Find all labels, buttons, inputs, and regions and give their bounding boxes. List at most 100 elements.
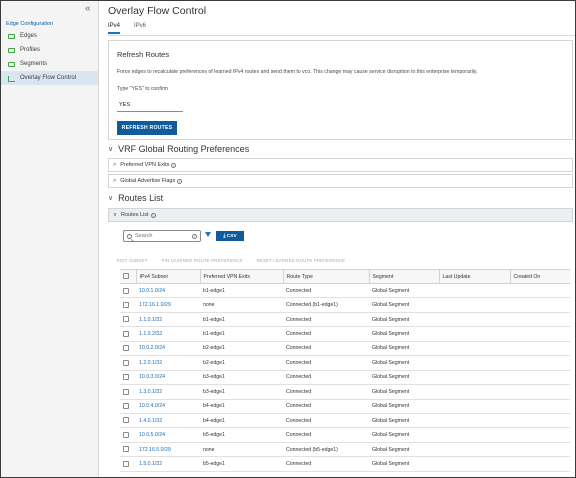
column-header[interactable]: Preferred VPN Exits xyxy=(199,269,283,284)
accordion-routes-list[interactable]: ∨ Routes List i xyxy=(108,208,573,222)
info-icon[interactable]: i xyxy=(192,233,197,239)
subnet-cell[interactable]: 1.1.0.1/32 xyxy=(136,312,200,328)
vpn-exit-cell: b2-edge1 xyxy=(200,355,283,371)
row-checkbox[interactable] xyxy=(123,316,129,323)
table-row[interactable]: 10.0.4.0/24 b4-edge1 Connected Global Segme… xyxy=(120,399,570,414)
subnet-cell[interactable]: 10.0.5.0/24 xyxy=(136,427,200,443)
search-box[interactable]: i xyxy=(123,230,201,242)
subnet-cell[interactable]: 10.0.4.0/24 xyxy=(136,399,200,414)
sidebar-item-overlay-flow-control[interactable]: Overlay Flow Control xyxy=(1,71,98,85)
row-checkbox[interactable] xyxy=(123,417,129,424)
segment-cell: Global Segment xyxy=(369,442,439,458)
created-on-cell xyxy=(510,427,570,443)
table-row[interactable]: 1.4.0.1/32 b4-edge1 Connected Global Segmen… xyxy=(120,413,570,429)
created-on-cell xyxy=(510,341,570,357)
row-checkbox[interactable] xyxy=(123,359,129,366)
edge-icon xyxy=(8,33,15,39)
reset-route-preference-action[interactable]: RESET LEARNED ROUTE PREFERENCE xyxy=(257,258,346,263)
table-row[interactable]: 1.2.0.1/32 b2-edge1 Connected Global Segmen… xyxy=(120,355,570,371)
subnet-cell[interactable]: 172.16.5.0/29 xyxy=(136,442,200,458)
created-on-cell xyxy=(510,384,570,400)
route-type-cell: Connected (b1-edge1) xyxy=(283,297,369,313)
tab-bar: IPv4 IPv6 xyxy=(108,23,146,34)
created-on-cell xyxy=(510,355,570,371)
table-row[interactable]: 1.1.0.1/32 b1-edge1 Connected Global Segmen… xyxy=(120,312,570,328)
created-on-cell xyxy=(510,326,570,342)
refresh-routes-button[interactable]: REFRESH ROUTES xyxy=(117,121,177,135)
route-type-cell: Connected xyxy=(283,413,369,429)
table-row[interactable]: 10.0.5.0/24 b5-edge1 Connected Global Segme… xyxy=(120,427,570,443)
vpn-exit-cell: b4-edge1 xyxy=(200,399,283,414)
last-update-cell xyxy=(439,341,510,357)
subnet-cell[interactable]: 1.5.0.1/32 xyxy=(136,456,200,472)
created-on-cell xyxy=(510,283,570,299)
edit-subnet-action[interactable]: EDIT SUBNET xyxy=(117,258,148,263)
search-input[interactable] xyxy=(135,233,191,239)
row-checkbox[interactable] xyxy=(123,287,129,294)
column-header[interactable]: IPv4 Subnet xyxy=(135,269,200,284)
vpn-exit-cell: b5-edge1 xyxy=(200,456,283,472)
table-row[interactable]: 172.16.5.0/29 none Connected (b5-edge1) Glo… xyxy=(120,442,570,458)
sidebar-item-label: Overlay Flow Control xyxy=(20,75,77,81)
vpn-exit-cell: none xyxy=(200,442,283,458)
row-checkbox[interactable] xyxy=(123,431,129,438)
column-header[interactable]: Created On xyxy=(509,269,570,284)
subnet-cell[interactable]: 172.16.1.0/29 xyxy=(136,297,200,313)
created-on-cell xyxy=(510,399,570,414)
table-row[interactable]: 1.1.0.2/32 b1-edge1 Connected Global Segmen… xyxy=(120,326,570,342)
sidebar-item-segments[interactable]: Segments xyxy=(1,57,98,71)
row-checkbox[interactable] xyxy=(123,403,129,410)
row-checkbox[interactable] xyxy=(123,345,129,352)
select-all-checkbox[interactable] xyxy=(123,273,129,280)
last-update-cell xyxy=(439,326,510,342)
sidebar-item-profiles[interactable]: Profiles xyxy=(1,43,98,57)
subnet-cell[interactable]: 1.3.0.1/32 xyxy=(136,384,200,400)
table-row[interactable]: 10.0.2.0/24 b2-edge1 Connected Global Segme… xyxy=(120,341,570,357)
info-icon[interactable]: i xyxy=(171,162,177,168)
subnet-cell[interactable]: 1.4.0.1/32 xyxy=(136,413,200,429)
column-header[interactable]: Segment xyxy=(368,269,439,284)
row-checkbox[interactable] xyxy=(123,330,129,337)
sidebar-item-label: Segments xyxy=(20,61,48,67)
select-all-cell xyxy=(120,269,136,284)
table-row[interactable]: 1.5.0.1/32 b5-edge1 Connected Global Segmen… xyxy=(120,456,570,472)
route-type-cell: Connected xyxy=(283,456,369,472)
row-checkbox[interactable] xyxy=(123,446,129,453)
search-icon xyxy=(127,233,132,239)
vpn-exit-cell: b1-edge1 xyxy=(200,326,283,342)
column-header[interactable]: Last Update xyxy=(438,269,510,284)
table-row[interactable]: 172.16.1.0/29 none Connected (b1-edge1) Glo… xyxy=(120,297,570,313)
row-checkbox[interactable] xyxy=(123,301,129,308)
subnet-cell[interactable]: 1.2.0.1/32 xyxy=(136,355,200,371)
subnet-cell[interactable]: 10.0.3.0/24 xyxy=(136,370,200,386)
table-row[interactable]: 10.0.3.0/24 b3-edge1 Connected Global Segme… xyxy=(120,370,570,386)
table-row[interactable]: 1.3.0.1/32 b3-edge1 Connected Global Segmen… xyxy=(120,384,570,400)
chevron-right-icon: > xyxy=(113,178,117,184)
routes-section-header[interactable]: ∨ Routes List xyxy=(108,193,163,203)
subnet-cell[interactable]: 1.1.0.2/32 xyxy=(136,326,200,342)
accordion-preferred-vpn-exits[interactable]: > Preferred VPN Exits i xyxy=(108,158,573,172)
column-header[interactable]: Route Type xyxy=(282,269,369,284)
info-icon[interactable]: i xyxy=(177,178,183,184)
csv-export-button[interactable]: ⤓ CSV xyxy=(216,231,244,241)
row-checkbox[interactable] xyxy=(123,388,129,395)
subnet-cell[interactable]: 10.0.2.0/24 xyxy=(136,341,200,357)
row-checkbox[interactable] xyxy=(123,374,129,381)
collapse-sidebar-icon[interactable]: « xyxy=(85,3,91,14)
vrf-section-header[interactable]: ∨ VRF Global Routing Preferences xyxy=(108,144,249,154)
row-checkbox[interactable] xyxy=(123,460,129,467)
tab-ipv4[interactable]: IPv4 xyxy=(108,23,121,34)
route-type-cell: Connected xyxy=(283,312,369,328)
tab-ipv6[interactable]: IPv6 xyxy=(134,23,146,34)
info-icon[interactable]: i xyxy=(150,212,156,218)
filter-icon[interactable] xyxy=(205,232,211,237)
subnet-cell[interactable]: 10.0.1.0/24 xyxy=(136,283,200,299)
segment-cell: Global Segment xyxy=(369,312,439,328)
pin-route-preference-action[interactable]: PIN LEARNED ROUTE PREFERENCE xyxy=(162,258,243,263)
accordion-global-advertise-flags[interactable]: > Global Advertise Flags i xyxy=(108,174,573,188)
confirm-input[interactable] xyxy=(117,99,183,112)
sidebar-item-edges[interactable]: Edges xyxy=(1,29,98,43)
table-row[interactable]: 10.0.1.0/24 b1-edge1 Connected Global Segme… xyxy=(120,283,570,299)
routes-table: IPv4 Subnet Preferred VPN Exits Route Ty… xyxy=(120,269,570,472)
row-select-cell xyxy=(120,283,136,299)
